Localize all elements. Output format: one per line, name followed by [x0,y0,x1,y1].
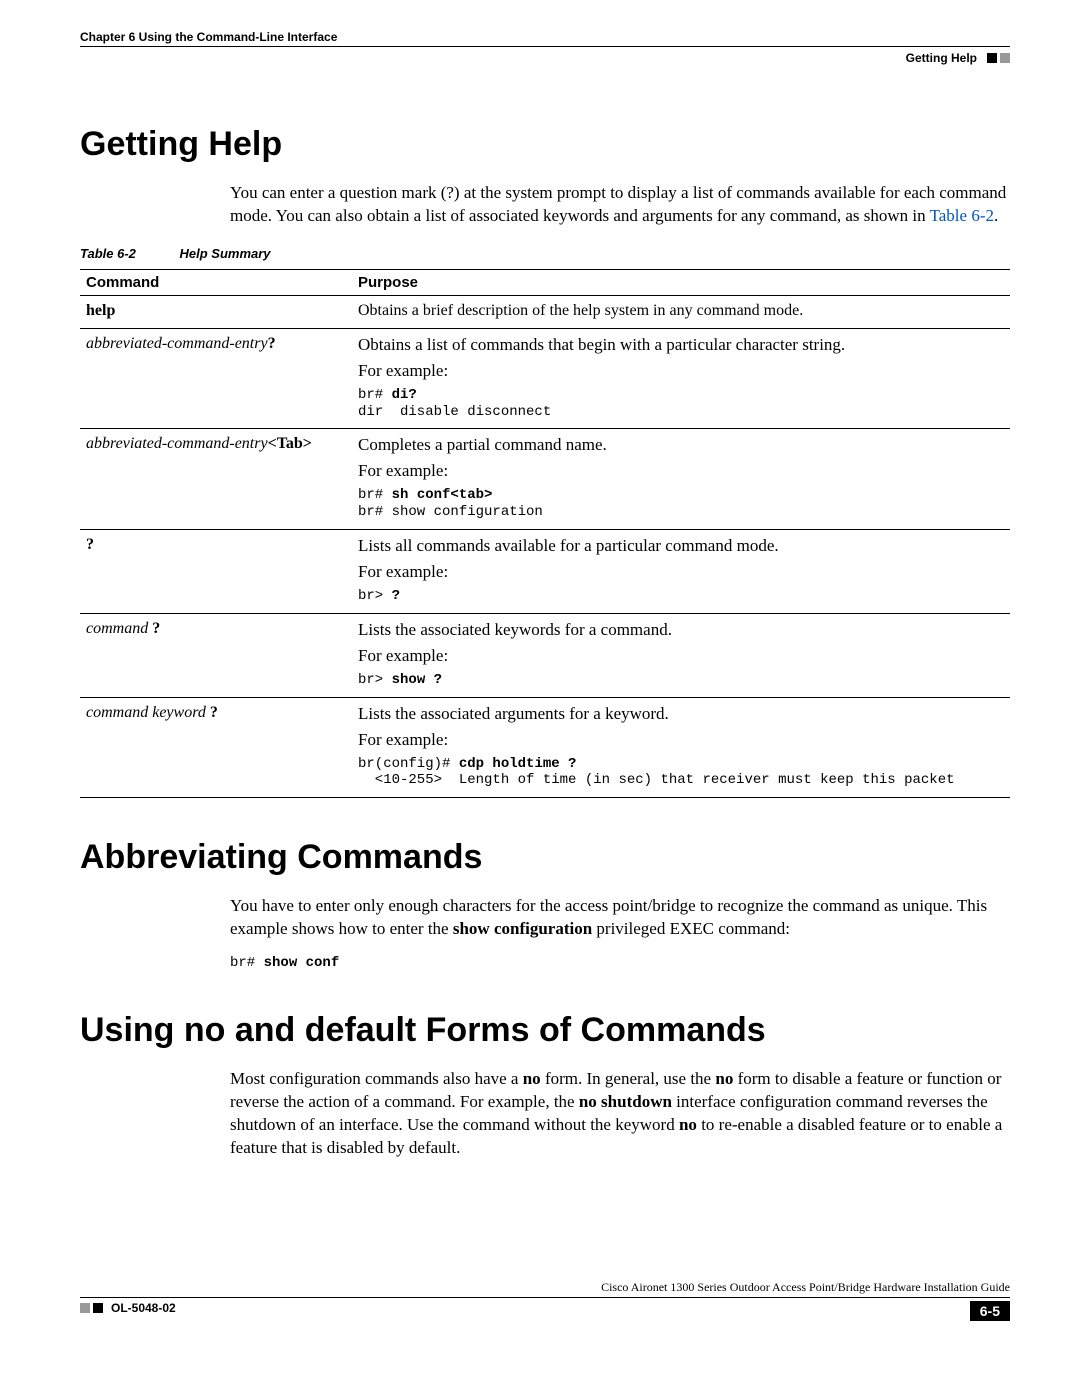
heading-getting-help: Getting Help [80,125,1010,164]
table-row: ? Lists all commands available for a par… [80,530,1010,614]
abbrev-mono: br# show conf [230,955,1010,971]
r6-mono: br(config)# cdp holdtime ? <10-255> Leng… [358,756,1004,790]
abbrev-bold: show configuration [453,919,592,938]
table-ref-link[interactable]: Table 6-2 [930,206,994,225]
r3-mono-bold: sh conf<tab> [392,487,493,503]
heading-nodefault: Using no and default Forms of Commands [80,1011,1010,1050]
table-row: abbreviated-command-entry<Tab> Completes… [80,429,1010,530]
table-row: command ? Lists the associated keywords … [80,613,1010,697]
purpose-command-q: Lists the associated keywords for a comm… [352,613,1010,697]
purpose-keyword-q: Lists the associated arguments for a key… [352,697,1010,798]
purpose-help: Obtains a brief description of the help … [352,295,1010,328]
cmd-abbrev-q-suffix: ? [268,335,276,352]
r3-example-label: For example: [358,461,1004,481]
r3-mono: br# sh conf<tab> br# show configuration [358,487,1004,521]
r4-example-label: For example: [358,562,1004,582]
footer-left: OL-5048-02 [80,1301,176,1315]
purpose-abbrev-tab: Completes a partial command name. For ex… [352,429,1010,530]
nd-b4: no [679,1115,697,1134]
r4-mono-prefix: br> [358,588,392,604]
r2-example-label: For example: [358,361,1004,381]
cmd-abbrev-q: abbreviated-command-entry [86,335,268,352]
decor-squares-bottom [80,1303,103,1313]
r4-mono-bold: ? [392,588,400,604]
section-name-right: Getting Help [906,51,977,65]
getting-help-para: You can enter a question mark (?) at the… [230,182,1010,228]
r4-mono: br> ? [358,588,1004,605]
cmd-command-q-suffix: ? [152,620,160,637]
heading-abbrev: Abbreviating Commands [80,838,1010,877]
r4-purpose: Lists all commands available for a parti… [358,536,1004,556]
table-caption-text: Help Summary [180,246,271,261]
decor-squares-top [987,53,1010,63]
table-row: command keyword ? Lists the associated a… [80,697,1010,798]
nd-p1: Most configuration commands also have a [230,1069,523,1088]
cmd-keyword-q-suffix: ? [210,704,218,721]
r3-mono-prefix: br# [358,487,392,503]
cmd-keyword-q: command keyword [86,704,210,721]
chapter-breadcrumb: Chapter 6 Using the Command-Line Interfa… [80,30,337,44]
footer-rule [80,1297,1010,1298]
r6-mono-bold: cdp holdtime ? [459,756,577,772]
footer-doc-id: OL-5048-02 [111,1301,176,1315]
r5-example-label: For example: [358,646,1004,666]
table-caption: Table 6-2 Help Summary [80,246,1010,261]
purpose-qmark: Lists all commands available for a parti… [352,530,1010,614]
square-grey-icon [1000,53,1010,63]
abbrev-mono-bold: show conf [264,955,340,971]
table-row: abbreviated-command-entry? Obtains a lis… [80,328,1010,429]
r6-mono-prefix: br(config)# [358,756,459,772]
nd-b3: no shutdown [579,1092,672,1111]
gh-text-post: . [994,206,998,225]
gh-text-pre: You can enter a question mark (?) at the… [230,183,1006,225]
r2-purpose: Obtains a list of commands that begin wi… [358,335,1004,355]
r6-purpose: Lists the associated arguments for a key… [358,704,1004,724]
r2-mono-line2: dir disable disconnect [358,404,551,420]
table-row: help Obtains a brief description of the … [80,295,1010,328]
r2-mono-prefix: br# [358,387,392,403]
square-black-icon [987,53,997,63]
help-summary-table: Command Purpose help Obtains a brief des… [80,269,1010,798]
nd-b1: no [523,1069,541,1088]
page-container: Chapter 6 Using the Command-Line Interfa… [0,0,1080,1371]
cmd-abbrev-tab: abbreviated-command-entry [86,435,268,452]
abbrev-mono-prefix: br# [230,955,264,971]
r3-mono-line2: br# show configuration [358,504,543,520]
abbrev-post: privileged EXEC command: [592,919,790,938]
r5-mono: br> show ? [358,672,1004,689]
th-command: Command [80,269,352,295]
purpose-abbrev-q: Obtains a list of commands that begin wi… [352,328,1010,429]
r5-mono-prefix: br> [358,672,392,688]
nd-b2: no [715,1069,733,1088]
cmd-help: help [86,302,115,319]
th-purpose: Purpose [352,269,1010,295]
abbrev-para: You have to enter only enough characters… [230,895,1010,941]
r5-mono-bold: show ? [392,672,442,688]
table-header-row: Command Purpose [80,269,1010,295]
r2-mono-bold: di? [392,387,417,403]
cmd-abbrev-tab-suffix: <Tab> [268,435,312,452]
footer-page-number: 6-5 [970,1301,1010,1321]
footer-guide-title: Cisco Aironet 1300 Series Outdoor Access… [80,1280,1010,1295]
square-grey-icon [80,1303,90,1313]
nodefault-para: Most configuration commands also have a … [230,1068,1010,1160]
r2-mono: br# di? dir disable disconnect [358,387,1004,421]
cmd-qmark: ? [86,536,94,553]
table-caption-num: Table 6-2 [80,246,176,261]
square-black-icon [93,1303,103,1313]
cmd-command-q: command [86,620,152,637]
r5-purpose: Lists the associated keywords for a comm… [358,620,1004,640]
header-right: Getting Help [80,51,1010,65]
header-rule [80,46,1010,47]
running-header: Chapter 6 Using the Command-Line Interfa… [80,30,1010,44]
r3-purpose: Completes a partial command name. [358,435,1004,455]
r6-example-label: For example: [358,730,1004,750]
page-footer: Cisco Aironet 1300 Series Outdoor Access… [80,1280,1010,1321]
nd-p2: form. In general, use the [541,1069,716,1088]
r6-mono-line2: <10-255> Length of time (in sec) that re… [358,772,955,788]
